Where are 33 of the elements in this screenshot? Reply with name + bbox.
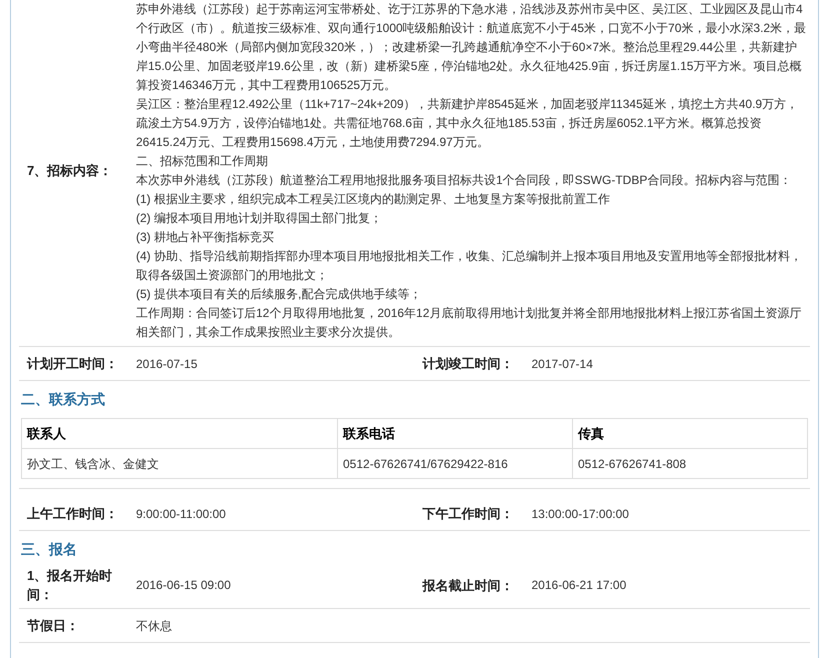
field-value: 2016-06-15 09:00 (136, 577, 231, 594)
table-cell: 0512-67626741-808 (572, 448, 808, 478)
content-paragraph: (1) 根据业主要求，组织完成本工程吴江区境内的勘测定界、土地复垦方案等报批前置工作 (136, 191, 611, 208)
content-paragraph: (5) 提供本项目有关的后续服务,配合完成供地手续等； (136, 286, 422, 303)
column-header: 联系电话 (338, 418, 572, 448)
field-value: 2016-06-21 17:00 (532, 577, 626, 594)
content-paragraph: 本次苏申外港线（江苏段）航道整治工程用地报批服务项目招标共设1个合同段，即SSWG-TDBP合同段。招标内容与范围： (136, 172, 792, 189)
field-label: 上午工作时间： (26, 505, 119, 523)
column-header: 传真 (572, 418, 808, 448)
section-title: 三、报名 (20, 540, 78, 559)
field-label: 计划开工时间： (26, 355, 119, 373)
field-value: 不休息 (136, 618, 172, 634)
content-paragraph: 二、招标范围和工作周期 (136, 153, 269, 170)
content-paragraph: 工作周期：合同签订后12个月取得用地批复，2016年12月底前取得用地计划批复并将全部用地报批材料上报江苏省国土资源厅相关部门，其余工作成果按照业主要求分次提供。 (136, 305, 802, 341)
section-title: 二、联系方式 (20, 390, 106, 409)
field-value: 13:00:00-17:00:00 (532, 506, 629, 522)
field-value: 9:00:00-11:00:00 (136, 506, 226, 522)
field-label: 1、报名开始时间： (26, 567, 114, 604)
field-label: 下午工作时间： (422, 505, 514, 523)
field-label: 节假日： (26, 617, 80, 635)
content-paragraph: 苏申外港线（江苏段）起于苏南运河宝带桥处、讫于江苏界的下急水港，沿线涉及苏州市吴中区、吴江区、工业园区及昆山市4个行政区（市）。航道按三级标准、双向通行1000吨级船舶设计：航道底宽不小于45米，口宽不小于70米，最小水深3.2米，最小弯曲半径480米（局部内侧加宽段320米，）；改建桥梁一孔跨越通航净空不小于60×7米。整治总里程29.44公里，共新建护岸15.0公里、加固老驳岸19.6公里，改（新）建桥梁5座，停泊锚地2处。永久征地425.9亩，拆迁房屋1.15万平方米。项目总概算投资146346万元，其中工程费用106525万元。 (136, 1, 808, 94)
table-cell: 0512-67626741/67629422-816 (338, 448, 572, 478)
content-paragraph: (3) 耕地占补平衡指标竞买 (136, 229, 275, 246)
content-paragraph: 吴江区：整治里程12.492公里（11k+717~24k+209），共新建护岸8545延米，加固老驳岸11345延米，填挖土方共40.9万方，疏浚土方54.9万方，设停泊锚地1处。共需征地768.6亩，其中永久征地185.53亩，拆迁房屋6052.1平方米。概算总投资26415.24万元、工程费用15698.4万元，土地使用费7294.97万元。 (136, 96, 800, 151)
field-label: 计划竣工时间： (421, 355, 514, 373)
field-label: 报名截止时间： (421, 576, 514, 594)
field-value: 2017-07-14 (532, 356, 593, 372)
column-header: 联系人 (22, 418, 338, 448)
table-cell: 孙文工、钱含冰、金健文 (22, 448, 338, 478)
field-value: 2016-07-15 (136, 356, 198, 372)
content-paragraph: (2) 编报本项目用地计划并取得国土部门批复； (136, 210, 383, 227)
field-label: 7、招标内容： (26, 162, 114, 180)
content-paragraph: (4) 协助、指导沿线前期指挥部办理本项目用地报批相关工作，收集、汇总编制并上报本项目用地及安置用地等全部报批材料，取得各级国土资源部门的用地批文； (136, 248, 803, 284)
